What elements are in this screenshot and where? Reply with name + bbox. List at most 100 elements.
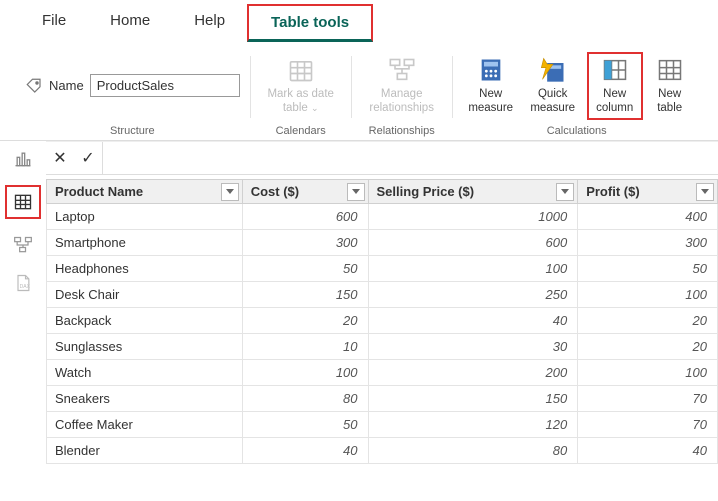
cell-cost[interactable]: 80 [242, 385, 368, 411]
relationships-icon [388, 56, 416, 84]
ribbon-group-structure: Name Structure [15, 52, 250, 140]
cell-product[interactable]: Sneakers [47, 385, 243, 411]
tag-icon [25, 77, 43, 95]
cell-product[interactable]: Blender [47, 437, 243, 463]
report-view-button[interactable] [10, 147, 36, 171]
table-row[interactable]: Blender408040 [47, 437, 718, 463]
table-row[interactable]: Laptop6001000400 [47, 203, 718, 229]
table-row[interactable]: Desk Chair150250100 [47, 281, 718, 307]
cell-cost[interactable]: 300 [242, 229, 368, 255]
cell-product[interactable]: Desk Chair [47, 281, 243, 307]
cell-product[interactable]: Sunglasses [47, 333, 243, 359]
cell-product[interactable]: Backpack [47, 307, 243, 333]
cell-profit[interactable]: 100 [578, 281, 718, 307]
dax-view-button[interactable]: DAX [10, 271, 36, 295]
dax-icon: DAX [12, 273, 34, 293]
manage-relationships-button[interactable]: Manage relationships [362, 54, 442, 118]
cell-product[interactable]: Coffee Maker [47, 411, 243, 437]
view-rail: DAX [0, 141, 46, 464]
mark-as-date-table-button[interactable]: Mark as date table ⌄ [261, 54, 341, 118]
cell-cost[interactable]: 150 [242, 281, 368, 307]
cell-profit[interactable]: 20 [578, 333, 718, 359]
table-icon [12, 192, 34, 212]
cell-sell[interactable]: 100 [368, 255, 578, 281]
new-column-icon [601, 56, 629, 84]
group-label-structure: Structure [110, 120, 155, 140]
cell-profit[interactable]: 20 [578, 307, 718, 333]
tab-table-tools[interactable]: Table tools [247, 4, 373, 42]
new-table-button[interactable]: New table [649, 54, 691, 118]
formula-cancel-button[interactable]: ✕ [46, 148, 74, 168]
name-label: Name [49, 78, 84, 93]
cell-product[interactable]: Headphones [47, 255, 243, 281]
cell-cost[interactable]: 10 [242, 333, 368, 359]
cell-cost[interactable]: 20 [242, 307, 368, 333]
formula-bar: ✕ ✓ [46, 141, 718, 175]
col-header-cost[interactable]: Cost ($) [242, 179, 368, 203]
cell-sell[interactable]: 30 [368, 333, 578, 359]
cell-product[interactable]: Watch [47, 359, 243, 385]
cell-profit[interactable]: 100 [578, 359, 718, 385]
formula-commit-button[interactable]: ✓ [74, 148, 102, 168]
cell-sell[interactable]: 40 [368, 307, 578, 333]
table-row[interactable]: Backpack204020 [47, 307, 718, 333]
formula-input[interactable] [102, 142, 718, 174]
cell-profit[interactable]: 50 [578, 255, 718, 281]
cell-cost[interactable]: 100 [242, 359, 368, 385]
chart-icon [12, 149, 34, 169]
ribbon: Name Structure Mark as date table ⌄ Cale… [0, 42, 718, 141]
filter-dropdown-icon[interactable] [696, 183, 714, 201]
new-column-button[interactable]: New column [587, 52, 643, 120]
cell-cost[interactable]: 600 [242, 203, 368, 229]
group-label-calculations: Calculations [547, 120, 607, 140]
ribbon-group-relationships: Manage relationships Relationships [352, 52, 452, 140]
tab-home[interactable]: Home [88, 4, 172, 42]
top-tabs: File Home Help Table tools [0, 0, 718, 42]
filter-dropdown-icon[interactable] [556, 183, 574, 201]
ribbon-group-calendars: Mark as date table ⌄ Calendars [251, 52, 351, 140]
cell-profit[interactable]: 70 [578, 411, 718, 437]
data-view-button[interactable] [5, 185, 41, 219]
model-view-button[interactable] [10, 233, 36, 257]
cell-cost[interactable]: 40 [242, 437, 368, 463]
cell-sell[interactable]: 150 [368, 385, 578, 411]
quick-measure-button[interactable]: Quick measure [525, 54, 581, 118]
cell-sell[interactable]: 120 [368, 411, 578, 437]
cell-product[interactable]: Laptop [47, 203, 243, 229]
cell-product[interactable]: Smartphone [47, 229, 243, 255]
cell-profit[interactable]: 300 [578, 229, 718, 255]
quick-measure-icon [539, 56, 567, 84]
col-header-product[interactable]: Product Name [47, 179, 243, 203]
filter-dropdown-icon[interactable] [221, 183, 239, 201]
new-measure-button[interactable]: New measure [463, 54, 519, 118]
tab-file[interactable]: File [20, 4, 88, 42]
tab-help[interactable]: Help [172, 4, 247, 42]
cell-sell[interactable]: 80 [368, 437, 578, 463]
cell-profit[interactable]: 40 [578, 437, 718, 463]
table-row[interactable]: Sneakers8015070 [47, 385, 718, 411]
calendar-icon [287, 56, 315, 84]
filter-dropdown-icon[interactable] [347, 183, 365, 201]
table-row[interactable]: Sunglasses103020 [47, 333, 718, 359]
cell-profit[interactable]: 70 [578, 385, 718, 411]
group-label-relationships: Relationships [369, 120, 435, 140]
table-row[interactable]: Smartphone300600300 [47, 229, 718, 255]
table-row[interactable]: Watch100200100 [47, 359, 718, 385]
table-row[interactable]: Coffee Maker5012070 [47, 411, 718, 437]
cell-sell[interactable]: 250 [368, 281, 578, 307]
col-header-sell[interactable]: Selling Price ($) [368, 179, 578, 203]
cell-profit[interactable]: 400 [578, 203, 718, 229]
calculator-icon [477, 56, 505, 84]
cell-sell[interactable]: 200 [368, 359, 578, 385]
svg-text:DAX: DAX [20, 284, 31, 290]
table-name-input[interactable] [90, 74, 240, 97]
data-table: Product Name Cost ($) Selling Price ($) … [46, 179, 718, 464]
col-header-profit[interactable]: Profit ($) [578, 179, 718, 203]
table-row[interactable]: Headphones5010050 [47, 255, 718, 281]
cell-cost[interactable]: 50 [242, 255, 368, 281]
cell-sell[interactable]: 1000 [368, 203, 578, 229]
model-icon [12, 235, 34, 255]
cell-cost[interactable]: 50 [242, 411, 368, 437]
new-table-icon [656, 56, 684, 84]
cell-sell[interactable]: 600 [368, 229, 578, 255]
